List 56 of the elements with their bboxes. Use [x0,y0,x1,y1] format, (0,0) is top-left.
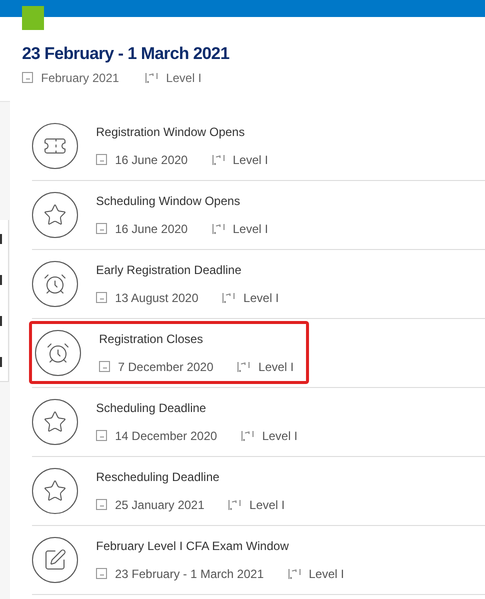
event-level: Level I [308,566,344,582]
flag-icon [212,222,225,234]
level-label: Level I [166,70,202,86]
calendar-icon [96,223,107,234]
event-level: Level I [232,220,268,238]
event-date: 25 January 2021 [115,496,204,514]
flag-icon [288,568,301,580]
event-title: Rescheduling Deadline [96,468,220,486]
flag-icon [212,154,225,166]
event-date: 23 February - 1 March 2021 [115,566,264,582]
flag-icon [228,498,242,510]
calendar-icon [96,430,107,441]
tick-mark [0,234,2,244]
calendar-icon [96,292,107,303]
calendar-icon [96,499,107,510]
event-date: 7 December 2020 [118,358,214,376]
calendar-icon [96,154,107,165]
flag-icon [237,360,250,372]
event-level: Level I [249,496,285,514]
event-level: Level I [262,428,298,444]
event-level: Level I [258,358,294,376]
event-row[interactable]: Early Registration Deadline 13 August 2020 Level I [32,252,432,315]
event-row[interactable]: Scheduling Deadline 14 December 2020 Level I [32,390,432,453]
event-date: 16 June 2020 [115,220,188,238]
event-title: Scheduling Window Opens [96,192,242,210]
event-row[interactable]: Rescheduling Deadline 25 January 2021 Level I [32,459,432,522]
event-title: Registration Closes [99,330,204,348]
event-row[interactable]: February Level I CFA Exam Window 23 February - 1 March 2021 Level I [32,528,432,591]
highlighted-event-row[interactable]: Registration Closes 7 December 2020 Level I [29,321,309,384]
event-title: Scheduling Deadline [96,400,208,416]
ticket-icon [32,122,78,168]
event-title: Early Registration Deadline [96,262,242,278]
tick-mark [0,356,2,366]
event-row[interactable]: Registration Window Opens 16 June 2020 Level I [32,114,432,177]
event-date: 16 June 2020 [115,152,188,168]
edit-icon [32,536,78,582]
event-title: February Level I CFA Exam Window [96,538,290,554]
event-level: Level I [232,152,268,168]
alarm-clock-icon [32,260,78,306]
event-level: Level I [243,290,279,306]
event-date: 14 December 2020 [115,428,218,444]
month-label: February 2021 [41,70,120,86]
alarm-clock-icon [35,330,81,376]
calendar-icon [22,72,33,83]
event-title: Registration Window Opens [96,124,246,140]
flag-icon [241,430,254,442]
event-row[interactable]: Scheduling Window Opens 16 June 2020 Level I [32,183,432,246]
event-date: 13 August 2020 [115,290,198,306]
flag-icon [145,72,158,84]
flag-icon [222,292,236,304]
calendar-icon [96,568,107,579]
tick-mark [0,316,2,326]
logo-square [22,6,44,30]
calendar-icon [99,361,110,372]
tick-mark [0,274,2,284]
page-title: 23 February - 1 March 2021 [22,43,230,65]
